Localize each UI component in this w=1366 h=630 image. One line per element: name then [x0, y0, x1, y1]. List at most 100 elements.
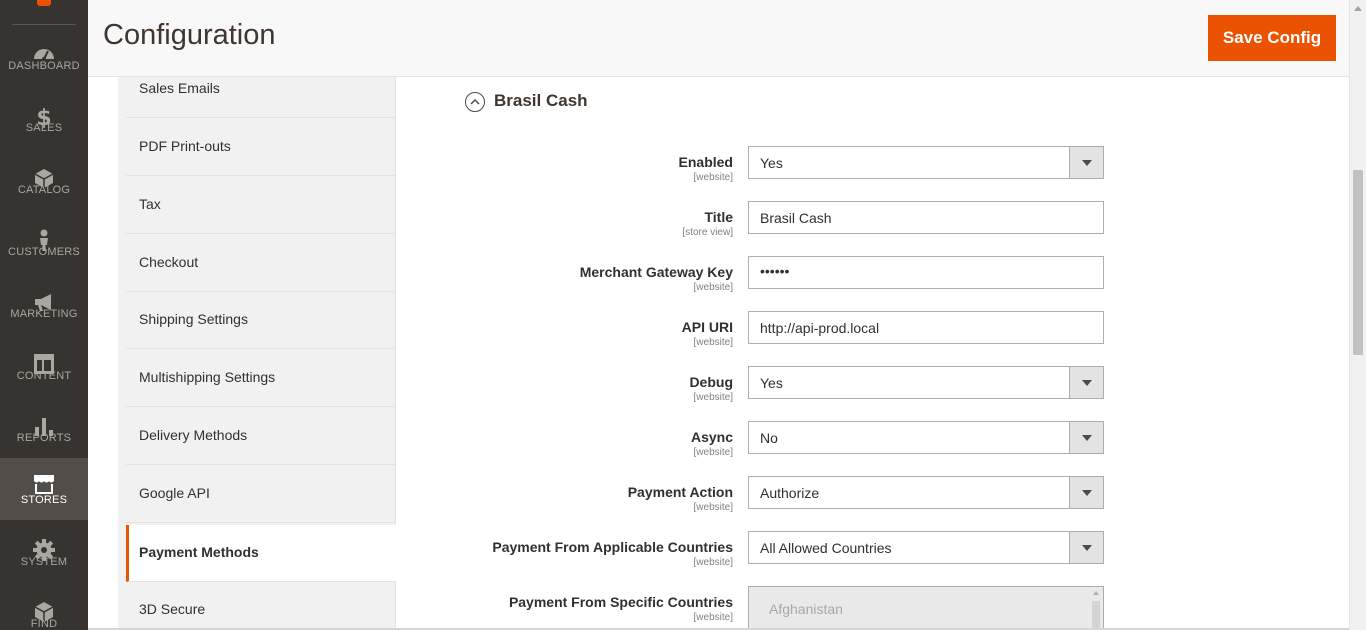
scrollbar-thumb[interactable]	[1092, 601, 1100, 630]
field-row-payment-action: Payment Action [website] Authorize	[397, 476, 1349, 524]
save-config-button[interactable]: Save Config	[1208, 15, 1336, 61]
field-scope: [website]	[693, 502, 733, 513]
field-row-specific-countries: Payment From Specific Countries [website…	[397, 586, 1349, 630]
config-form: Brasil Cash Enabled [website] Yes Title …	[397, 77, 1349, 630]
menu-item-find-partners[interactable]: FIND PARTNERS	[0, 590, 88, 630]
tab-sales-emails[interactable]: Sales Emails	[126, 61, 396, 118]
field-label: API URI	[681, 319, 733, 335]
menu-item-stores[interactable]: STORES	[0, 458, 88, 520]
page-title: Configuration	[103, 19, 276, 51]
field-label: Merchant Gateway Key	[579, 264, 733, 280]
tab-label: 3D Secure	[139, 601, 206, 617]
field-scope: [website]	[693, 557, 733, 568]
tab-tax[interactable]: Tax	[126, 177, 396, 234]
menu-label: SYSTEM	[20, 556, 68, 568]
select-value: Yes	[760, 375, 783, 391]
input-value: http://api-prod.local	[760, 320, 880, 336]
page-scrollbar[interactable]	[1349, 0, 1366, 630]
multiselect-scrollbar[interactable]	[1091, 589, 1101, 630]
admin-menu: DASHBOARD $ SALES CATALOG CUSTOMERS MARK…	[0, 0, 88, 630]
field-scope: [store view]	[682, 227, 733, 238]
applicable-countries-select[interactable]: All Allowed Countries	[748, 531, 1104, 564]
menu-item-system[interactable]: SYSTEM	[0, 528, 88, 590]
menu-label: CATALOG	[17, 184, 71, 196]
tab-payment-methods[interactable]: Payment Methods	[126, 525, 396, 582]
tab-label: Checkout	[139, 254, 199, 270]
field-label: Enabled	[678, 154, 733, 170]
field-row-debug: Debug [website] Yes	[397, 366, 1349, 414]
field-label: Payment From Applicable Countries	[492, 539, 733, 555]
chevron-down-icon	[1069, 532, 1103, 563]
field-label: Debug	[689, 374, 733, 390]
api-uri-input[interactable]: http://api-prod.local	[748, 311, 1104, 344]
menu-label: DASHBOARD	[8, 60, 80, 72]
tab-pdf-print-outs[interactable]: PDF Print-outs	[126, 119, 396, 176]
tab-label: PDF Print-outs	[139, 138, 231, 154]
field-row-merchant-gateway-key: Merchant Gateway Key [website] ••••••	[397, 256, 1349, 304]
menu-label: STORES	[20, 494, 68, 506]
scroll-up-icon[interactable]	[1354, 6, 1362, 11]
tab-checkout[interactable]: Checkout	[126, 235, 396, 292]
menu-item-catalog[interactable]: CATALOG	[0, 156, 88, 218]
field-label: Async	[690, 429, 733, 445]
payment-action-select[interactable]: Authorize	[748, 476, 1104, 509]
merchant-gateway-key-input[interactable]: ••••••	[748, 256, 1104, 289]
enabled-select[interactable]: Yes	[748, 146, 1104, 179]
tab-multishipping-settings[interactable]: Multishipping Settings	[126, 350, 396, 407]
field-scope: [website]	[693, 282, 733, 293]
section-title[interactable]: Brasil Cash	[494, 91, 588, 111]
title-input[interactable]: Brasil Cash	[748, 201, 1104, 234]
menu-item-dashboard[interactable]: DASHBOARD	[0, 32, 88, 94]
input-value: Brasil Cash	[760, 210, 832, 226]
field-scope: [website]	[693, 337, 733, 348]
tab-label: Sales Emails	[139, 80, 220, 96]
field-row-title: Title [store view] Brasil Cash	[397, 201, 1349, 249]
menu-label: MARKETING	[10, 308, 78, 320]
multiselect-option[interactable]: Afghanistan	[769, 601, 843, 617]
menu-label: CONTENT	[16, 370, 72, 382]
menu-item-sales[interactable]: $ SALES	[0, 94, 88, 156]
tab-label: Google API	[139, 485, 210, 501]
field-label: Payment Action	[627, 484, 733, 500]
tab-label: Payment Methods	[139, 544, 259, 560]
tab-label: Delivery Methods	[139, 427, 248, 443]
menu-label: REPORTS	[16, 432, 72, 444]
field-row-applicable-countries: Payment From Applicable Countries [websi…	[397, 531, 1349, 579]
storefront-icon	[32, 472, 56, 496]
chevron-down-icon	[1069, 147, 1103, 178]
password-value: ••••••	[760, 263, 790, 279]
menu-label: FIND PARTNERS	[30, 618, 58, 630]
tab-label: Shipping Settings	[139, 311, 248, 327]
async-select[interactable]: No	[748, 421, 1104, 454]
field-scope: [website]	[693, 392, 733, 403]
chevron-down-icon	[1069, 477, 1103, 508]
field-scope: [website]	[693, 612, 733, 623]
chevron-down-icon	[1069, 367, 1103, 398]
field-label: Title	[704, 209, 733, 225]
menu-item-content[interactable]: CONTENT	[0, 342, 88, 404]
select-value: Authorize	[760, 485, 820, 501]
tab-3d-secure[interactable]: 3D Secure	[126, 582, 396, 630]
select-value: No	[760, 430, 778, 446]
scroll-up-icon[interactable]	[1093, 591, 1099, 595]
select-value: All Allowed Countries	[760, 540, 892, 556]
field-scope: [website]	[693, 447, 733, 458]
scrollbar-thumb[interactable]	[1353, 170, 1363, 355]
magento-logo[interactable]	[37, 0, 51, 6]
tab-shipping-settings[interactable]: Shipping Settings	[126, 292, 396, 349]
field-row-enabled: Enabled [website] Yes	[397, 146, 1349, 194]
menu-divider	[12, 24, 76, 25]
debug-select[interactable]: Yes	[748, 366, 1104, 399]
tab-label: Multishipping Settings	[139, 369, 276, 385]
specific-countries-multiselect[interactable]: Afghanistan	[748, 586, 1104, 630]
menu-item-marketing[interactable]: MARKETING	[0, 280, 88, 342]
tab-delivery-methods[interactable]: Delivery Methods	[126, 408, 396, 465]
menu-label: CUSTOMERS	[8, 246, 80, 258]
field-label: Payment From Specific Countries	[508, 594, 733, 610]
menu-item-reports[interactable]: REPORTS	[0, 404, 88, 466]
menu-item-customers[interactable]: CUSTOMERS	[0, 218, 88, 280]
section-collapse-toggle[interactable]	[465, 92, 485, 112]
tab-google-api[interactable]: Google API	[126, 466, 396, 523]
menu-label: SALES	[25, 122, 63, 134]
chevron-down-icon	[1069, 422, 1103, 453]
